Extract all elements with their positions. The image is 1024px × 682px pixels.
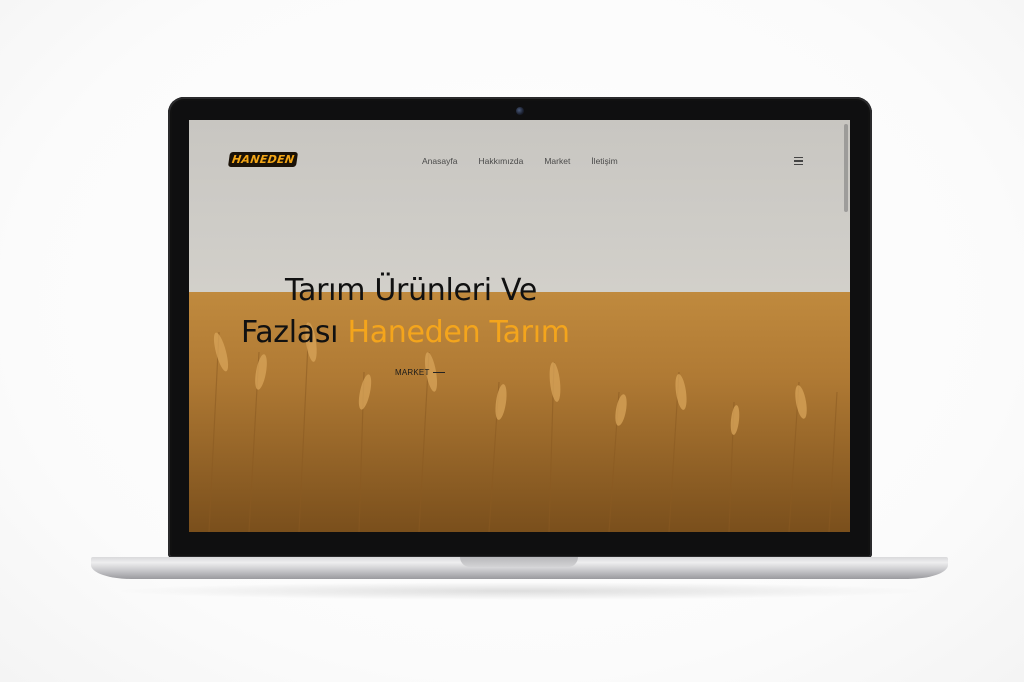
nav-item-hakkimizda[interactable]: Hakkımızda	[478, 156, 523, 166]
market-cta-label: MARKET	[395, 368, 430, 377]
site-logo[interactable]: HANEDEN	[227, 152, 299, 167]
hero-title-line1: Tarım Ürünleri Ve	[285, 273, 538, 308]
laptop-screen: HANEDEN Anasayfa Hakkımızda Market İleti…	[189, 120, 850, 532]
hero-title-line2: Fazlası Haneden Tarım	[241, 315, 570, 350]
device-mockup: HANEDEN Anasayfa Hakkımızda Market İleti…	[0, 0, 1024, 682]
hero-title-accent: Haneden Tarım	[347, 315, 570, 350]
main-nav: Anasayfa Hakkımızda Market İletişim	[422, 156, 618, 166]
laptop-base	[91, 557, 948, 579]
laptop-shadow	[110, 582, 930, 600]
market-cta-button[interactable]: MARKET	[395, 368, 445, 377]
arrow-right-icon	[432, 372, 445, 373]
hamburger-menu-icon[interactable]	[794, 157, 803, 166]
laptop-lid: HANEDEN Anasayfa Hakkımızda Market İleti…	[168, 97, 872, 558]
nav-item-anasayfa[interactable]: Anasayfa	[422, 156, 457, 166]
nav-item-market[interactable]: Market	[544, 156, 570, 166]
hero-title: Tarım Ürünleri Ve Fazlası Haneden Tarım	[241, 270, 661, 354]
webcam-icon	[516, 107, 524, 115]
hero-title-prefix: Fazlası	[241, 315, 348, 350]
site-header: HANEDEN Anasayfa Hakkımızda Market İleti…	[189, 120, 850, 204]
laptop-hinge-notch	[460, 557, 578, 567]
nav-item-iletisim[interactable]: İletişim	[591, 156, 617, 166]
